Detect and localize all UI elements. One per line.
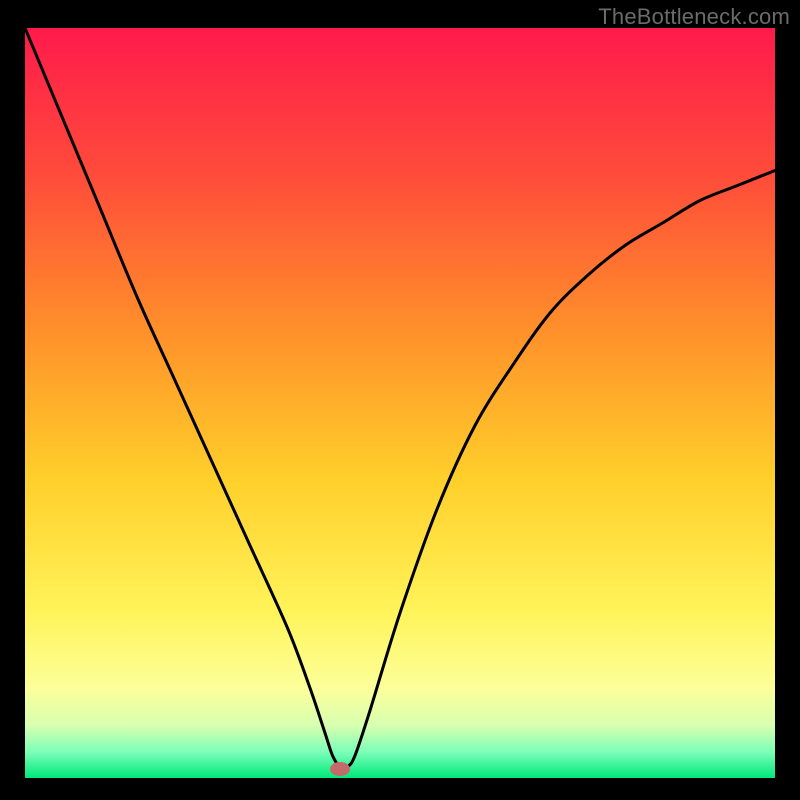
chart-frame: TheBottleneck.com: [0, 0, 800, 800]
chart-background: [25, 28, 775, 778]
chart-plot: [25, 28, 775, 778]
watermark-text: TheBottleneck.com: [598, 4, 790, 30]
chart-marker: [330, 762, 350, 776]
chart-svg: [25, 28, 775, 778]
